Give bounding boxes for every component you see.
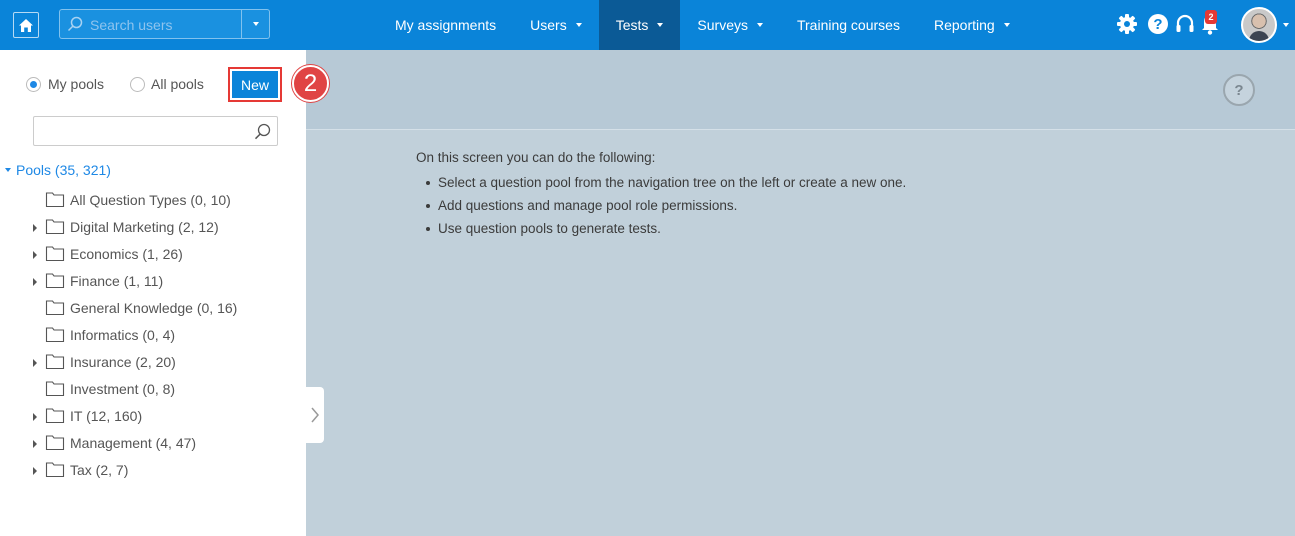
tree-item[interactable]: IT (12, 160)	[0, 404, 300, 431]
top-navigation-bar: Search users My assignments Users Tests Sur…	[0, 0, 1295, 50]
user-search-box[interactable]: Search users	[59, 9, 270, 39]
chevron-down-icon	[1003, 23, 1010, 27]
tree-item-label: All Question Types (0, 10)	[70, 192, 231, 208]
instructions-intro: On this screen you can do the following:	[416, 150, 656, 165]
tree-item-label: Management (4, 47)	[70, 435, 197, 451]
chevron-down-icon	[252, 22, 259, 26]
expanded-arrow-icon[interactable]	[5, 168, 11, 172]
nav-my-assignments[interactable]: My assignments	[378, 0, 513, 50]
tree-item[interactable]: Finance (1, 11)	[0, 269, 300, 296]
expand-arrow-icon[interactable]	[33, 251, 37, 259]
folder-icon	[45, 299, 65, 319]
step-number-badge: 2	[292, 65, 329, 102]
folder-icon	[45, 326, 65, 346]
tree-item[interactable]: General Knowledge (0, 16)	[0, 296, 300, 323]
my-pools-radio[interactable]	[26, 77, 41, 92]
tree-item[interactable]: All Question Types (0, 10)	[0, 188, 300, 215]
chevron-down-icon	[756, 23, 763, 27]
instructions-list: Select a question pool from the navigati…	[416, 171, 906, 240]
search-icon	[67, 16, 83, 32]
nav-training-courses[interactable]: Training courses	[780, 0, 917, 50]
main-content: ? On this screen you can do the followin…	[306, 50, 1295, 536]
tree-item-label: Insurance (2, 20)	[70, 354, 176, 370]
nav-label: Tests	[615, 17, 649, 33]
content-header: ?	[306, 50, 1295, 130]
tree-root-label: Pools (35, 321)	[16, 162, 111, 178]
folder-icon	[45, 245, 65, 265]
instruction-item: Select a question pool from the navigati…	[425, 171, 906, 194]
tree-root-pools[interactable]: Pools (35, 321)	[5, 162, 111, 178]
tree-item[interactable]: Tax (2, 7)	[0, 458, 300, 485]
folder-icon	[45, 191, 65, 211]
home-icon	[19, 18, 33, 32]
nav-label: Surveys	[697, 17, 748, 33]
nav-label: Reporting	[933, 17, 995, 33]
tree-item-label: IT (12, 160)	[70, 408, 143, 424]
nav-surveys[interactable]: Surveys	[680, 0, 780, 50]
my-pools-label[interactable]: My pools	[48, 76, 104, 92]
tree-item[interactable]: Economics (1, 26)	[0, 242, 300, 269]
tree-item[interactable]: Insurance (2, 20)	[0, 350, 300, 377]
gear-icon[interactable]	[1116, 13, 1138, 35]
folder-icon	[45, 272, 65, 292]
new-pool-button[interactable]: New	[232, 71, 278, 98]
instructions: On this screen you can do the following:…	[416, 150, 906, 240]
notification-badge: 2	[1205, 10, 1217, 24]
expand-arrow-icon[interactable]	[33, 467, 37, 475]
help-icon[interactable]: ?	[1148, 14, 1168, 34]
expand-arrow-icon[interactable]	[33, 359, 37, 367]
chevron-down-icon	[575, 23, 582, 27]
search-icon[interactable]	[254, 123, 271, 140]
tree-item-label: Economics (1, 26)	[70, 246, 183, 262]
folder-icon	[45, 353, 65, 373]
tree-item-label: Finance (1, 11)	[70, 273, 164, 289]
instruction-item: Use question pools to generate tests.	[425, 217, 906, 240]
expand-arrow-icon[interactable]	[33, 278, 37, 286]
instruction-item: Add questions and manage pool role permi…	[425, 194, 906, 217]
folder-icon	[45, 218, 65, 238]
folder-icon	[45, 380, 65, 400]
expand-arrow-icon[interactable]	[33, 440, 37, 448]
home-button[interactable]	[13, 12, 39, 38]
pool-tree: All Question Types (0, 10) Digital Market…	[0, 188, 300, 485]
tree-item[interactable]: Digital Marketing (2, 12)	[0, 215, 300, 242]
all-pools-radio[interactable]	[130, 77, 145, 92]
tree-item[interactable]: Investment (0, 8)	[0, 377, 300, 404]
avatar[interactable]	[1241, 7, 1277, 43]
tree-item-label: Digital Marketing (2, 12)	[70, 219, 219, 235]
new-button-highlight: New	[228, 67, 282, 102]
folder-icon	[45, 461, 65, 481]
nav-reporting[interactable]: Reporting	[917, 0, 1027, 50]
chevron-down-icon	[657, 23, 664, 27]
tree-search-input[interactable]	[33, 116, 278, 146]
help-icon[interactable]: ?	[1223, 74, 1255, 106]
chevron-right-icon	[311, 407, 319, 423]
folder-icon	[45, 434, 65, 454]
tree-item-label: General Knowledge (0, 16)	[70, 300, 238, 316]
expand-arrow-icon[interactable]	[33, 224, 37, 232]
search-input[interactable]: Search users	[90, 17, 172, 33]
chevron-down-icon[interactable]	[1283, 23, 1289, 27]
nav-label: Users	[530, 17, 567, 33]
tree-item-label: Tax (2, 7)	[70, 462, 129, 478]
tree-item-label: Investment (0, 8)	[70, 381, 176, 397]
headset-icon[interactable]	[1175, 13, 1195, 35]
main-nav: My assignments Users Tests Surveys Training …	[378, 0, 1027, 50]
all-pools-label[interactable]: All pools	[151, 76, 204, 92]
tree-item[interactable]: Management (4, 47)	[0, 431, 300, 458]
nav-users[interactable]: Users	[513, 0, 599, 50]
expand-arrow-icon[interactable]	[33, 413, 37, 421]
folder-icon	[45, 407, 65, 427]
tree-item[interactable]: Informatics (0, 4)	[0, 323, 300, 350]
tree-item-label: Informatics (0, 4)	[70, 327, 176, 343]
sidebar-toggle-button[interactable]	[306, 387, 324, 443]
nav-label: Training courses	[796, 17, 900, 33]
nav-tests[interactable]: Tests	[598, 0, 681, 50]
pools-sidebar: My pools All pools New 2 Pools (35, 321)…	[0, 50, 329, 536]
nav-label: My assignments	[395, 17, 497, 33]
search-filter-dropdown[interactable]	[241, 10, 269, 38]
